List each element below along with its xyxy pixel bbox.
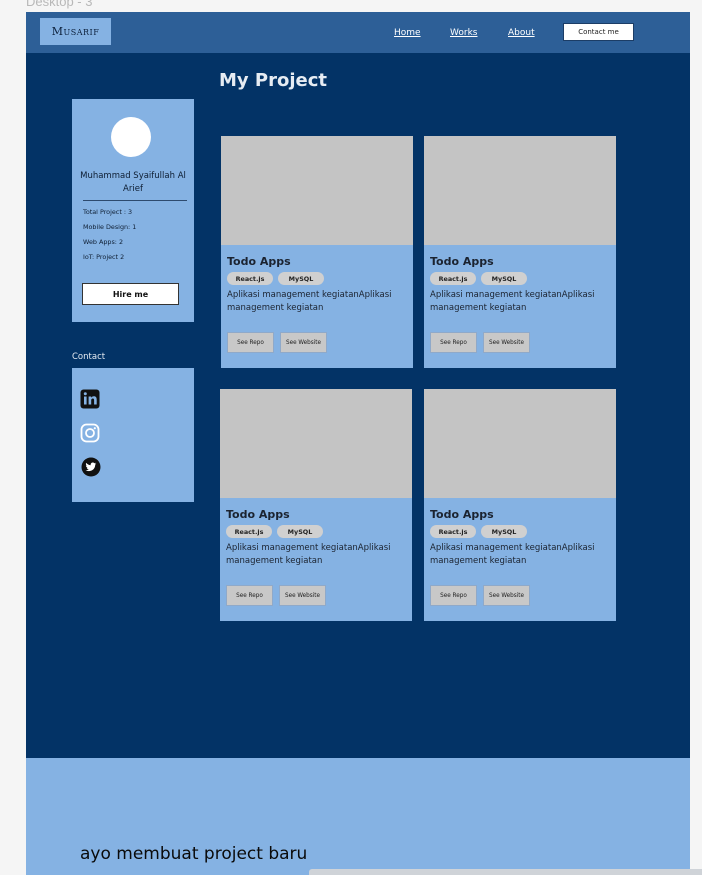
page-title: My Project [219,70,327,91]
stat-total-project: Total Project : 3 [83,208,133,216]
contact-panel [72,368,194,502]
see-website-button[interactable]: See Website [279,585,326,606]
project-card: Todo Apps React.js MySQL Aplikasi manage… [221,136,413,368]
see-repo-button[interactable]: See Repo [430,585,477,606]
tag-mysql: MySQL [481,272,527,285]
hire-me-button[interactable]: Hire me [82,283,179,305]
project-description: Aplikasi management kegiatanAplikasi man… [227,290,392,313]
instagram-icon[interactable] [80,423,100,443]
see-repo-button[interactable]: See Repo [430,332,477,353]
profile-divider [83,200,187,201]
project-card: Todo Apps React.js MySQL Aplikasi manage… [220,389,412,621]
frame-label: Desktop - 3 [26,0,93,9]
project-thumbnail [424,389,616,498]
footer: ayo membuat project baru [26,758,690,875]
contact-heading: Contact [72,352,106,362]
tag-mysql: MySQL [278,272,324,285]
tag-mysql: MySQL [277,525,323,538]
project-thumbnail [221,136,413,245]
project-description: Aplikasi management kegiatanAplikasi man… [430,543,595,566]
contact-me-button[interactable]: Contact me [563,23,634,41]
avatar [111,117,151,157]
project-description: Aplikasi management kegiatanAplikasi man… [226,543,391,566]
project-title: Todo Apps [227,255,291,268]
project-title: Todo Apps [226,508,290,521]
project-thumbnail [424,136,616,245]
see-repo-button[interactable]: See Repo [226,585,273,606]
project-card: Todo Apps React.js MySQL Aplikasi manage… [424,389,616,621]
linkedin-icon[interactable] [80,389,100,409]
project-thumbnail [220,389,412,498]
nav-link-home[interactable]: Home [394,28,421,38]
navbar: Musarif Home Works About Contact me [26,12,690,53]
stat-iot: IoT: Project 2 [83,253,125,261]
nav-link-about[interactable]: About [508,28,535,38]
profile-name: Muhammad Syaifullah Al Arief [80,171,186,194]
stat-mobile-design: Mobile Design: 1 [83,223,137,231]
see-website-button[interactable]: See Website [280,332,327,353]
twitter-icon[interactable] [81,457,101,477]
see-repo-button[interactable]: See Repo [227,332,274,353]
project-card: Todo Apps React.js MySQL Aplikasi manage… [424,136,616,368]
page-frame: Musarif Home Works About Contact me My P… [26,12,690,875]
stat-web-apps: Web Apps: 2 [83,238,124,246]
logo[interactable]: Musarif [40,18,111,45]
tag-react: React.js [227,272,273,285]
see-website-button[interactable]: See Website [483,332,530,353]
see-website-button[interactable]: See Website [483,585,530,606]
scroll-indicator[interactable] [309,869,702,875]
tag-react: React.js [430,525,476,538]
project-title: Todo Apps [430,508,494,521]
tag-react: React.js [430,272,476,285]
project-description: Aplikasi management kegiatanAplikasi man… [430,290,595,313]
footer-heading: ayo membuat project baru [80,844,308,864]
nav-link-works[interactable]: Works [450,28,477,38]
profile-card: Muhammad Syaifullah Al Arief Total Proje… [72,99,194,322]
tag-react: React.js [226,525,272,538]
project-title: Todo Apps [430,255,494,268]
tag-mysql: MySQL [481,525,527,538]
